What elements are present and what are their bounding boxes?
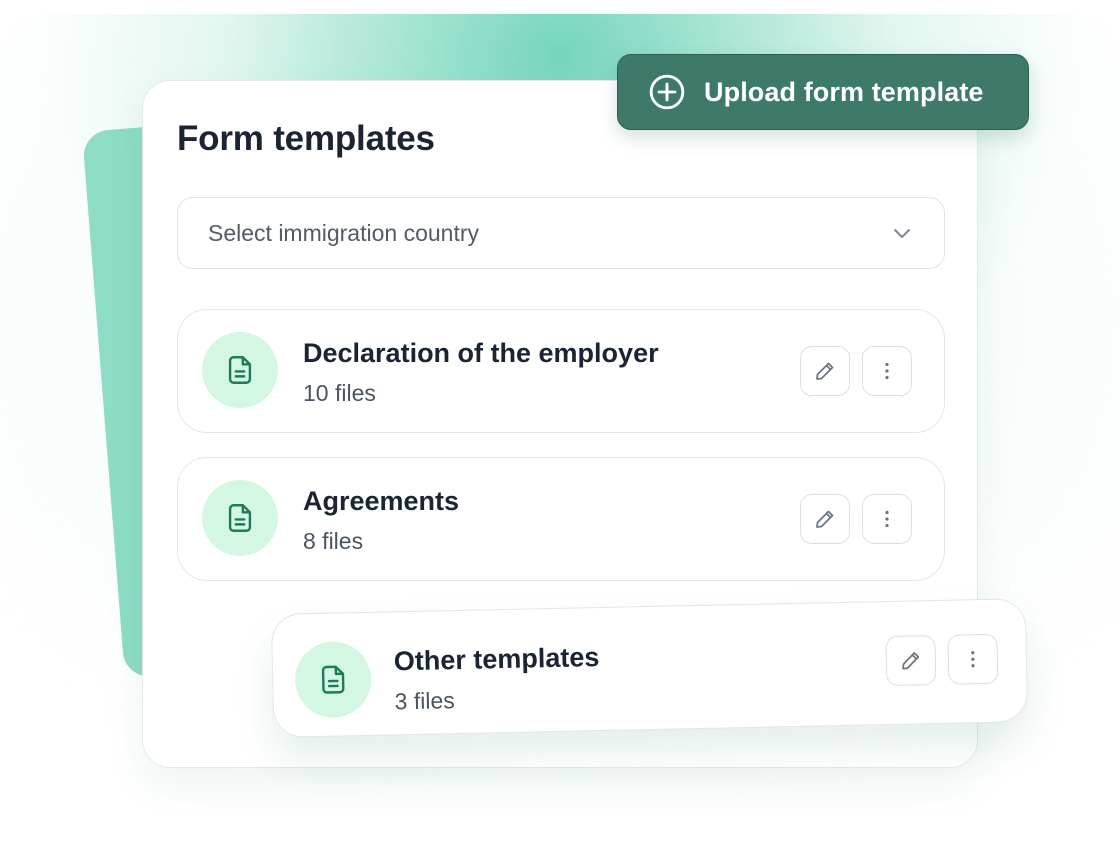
edit-button[interactable] [800, 346, 850, 396]
pencil-icon [816, 510, 834, 528]
vertical-dots-icon [885, 362, 889, 380]
chevron-down-icon [894, 229, 910, 238]
template-title: Declaration of the employer [303, 338, 659, 368]
template-row[interactable]: Declaration of the employer 10 files [177, 309, 945, 433]
stage: Form templates Select immigration countr… [0, 0, 1120, 866]
upload-button-label: Upload form template [704, 76, 984, 107]
pencil-icon [902, 652, 920, 670]
vertical-dots-icon [885, 510, 889, 528]
document-icon [228, 504, 252, 532]
file-icon-badge [202, 480, 278, 556]
immigration-country-select[interactable]: Select immigration country [177, 197, 945, 269]
template-file-count: 10 files [303, 380, 376, 406]
more-options-button[interactable] [862, 494, 912, 544]
edit-button[interactable] [800, 494, 850, 544]
template-row-floating[interactable]: Other templates 3 files [270, 598, 1029, 738]
plus-circle-icon [649, 74, 685, 110]
file-icon-badge [202, 332, 278, 408]
template-row[interactable]: Agreements 8 files [177, 457, 945, 581]
template-file-count: 8 files [303, 528, 364, 554]
template-title: Agreements [303, 486, 460, 516]
card-title: Form templates [177, 119, 435, 158]
edit-button[interactable] [885, 635, 937, 687]
vertical-dots-icon [971, 651, 975, 668]
upload-form-template-button[interactable]: Upload form template [617, 54, 1029, 130]
more-options-button[interactable] [947, 633, 999, 685]
document-icon [321, 665, 345, 694]
document-icon [228, 356, 252, 384]
template-title: Other templates [393, 642, 600, 677]
more-options-button[interactable] [862, 346, 912, 396]
file-icon-badge [294, 640, 372, 719]
select-placeholder: Select immigration country [208, 219, 479, 246]
pencil-icon [816, 362, 834, 380]
template-file-count: 3 files [394, 687, 455, 715]
